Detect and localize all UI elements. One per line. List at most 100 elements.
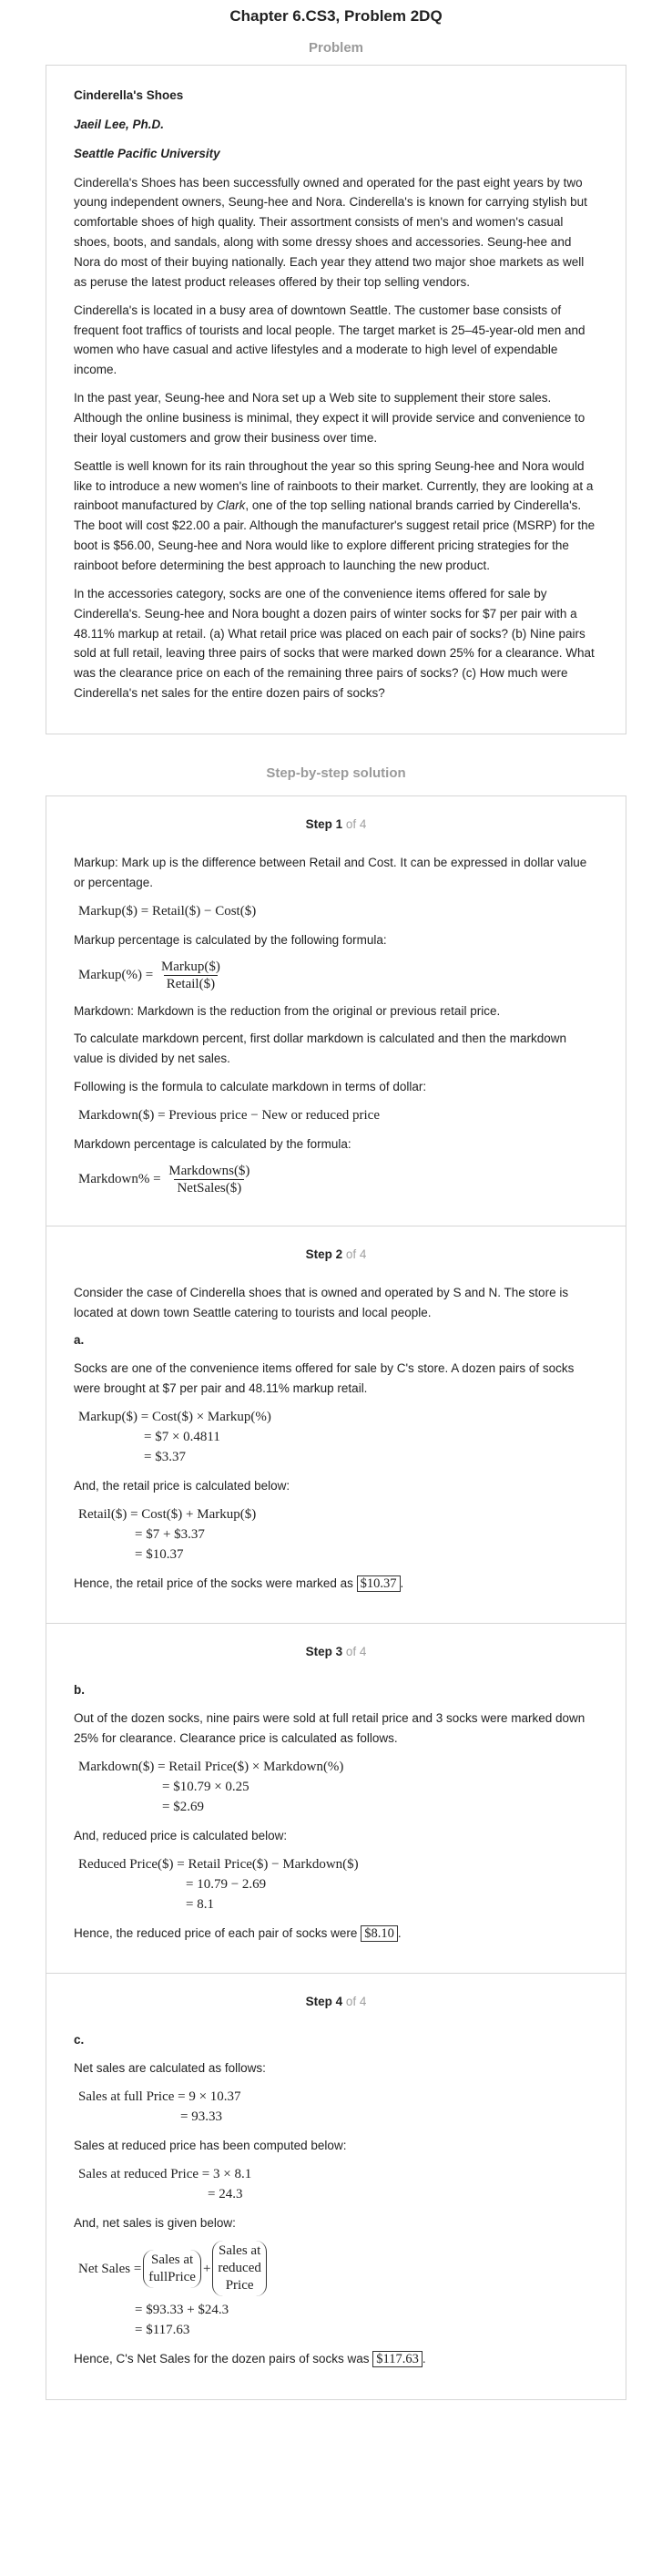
equation-line: = 10.79 − 2.69 xyxy=(186,1876,267,1892)
equation: Markdown($) = Previous price − New or re… xyxy=(78,1105,598,1125)
step-text: Consider the case of Cinderella shoes th… xyxy=(74,1285,569,1319)
step-text: Markdown percentage is calculated by the… xyxy=(74,1136,351,1151)
answer-text: Hence, the reduced price of each pair of… xyxy=(74,1925,358,1940)
equation-block: Sales at full Price = 9 × 10.37 = 93.33 xyxy=(78,2087,598,2127)
equation-line: = $3.37 xyxy=(144,1449,186,1464)
answer-text: Hence, the retail price of the socks wer… xyxy=(74,1575,353,1590)
step-word: Step xyxy=(305,1645,332,1659)
step-text: And, the retail price is calculated belo… xyxy=(74,1478,290,1493)
step-number: 3 xyxy=(335,1645,343,1659)
page: Chapter 6.CS3, Problem 2DQ Problem Cinde… xyxy=(0,0,672,2437)
equation-line: = 24.3 xyxy=(208,2186,243,2201)
equation-lhs: Markdown% = xyxy=(78,1171,161,1186)
equation-line: Markup($) = Retail($) − Cost($) xyxy=(78,903,257,919)
term-line: reduced xyxy=(218,2261,261,2276)
step-text: And, reduced price is calculated below: xyxy=(74,1828,288,1842)
answer-line: Hence, the reduced price of each pair of… xyxy=(74,1924,402,1942)
answer-line: Hence, C's Net Sales for the dozen pairs… xyxy=(74,2351,426,2368)
equation-line: = $10.37 xyxy=(135,1546,184,1562)
equation-line: = $10.79 × 0.25 xyxy=(162,1779,249,1794)
problem-paragraph: In the past year, Seung-hee and Nora set… xyxy=(74,391,585,445)
step-text: And, net sales is given below: xyxy=(74,2215,236,2230)
step-1: Step 1 of 4 Markup: Mark up is the diffe… xyxy=(46,796,626,1226)
equation: Markup($) = Retail($) − Cost($) xyxy=(78,901,598,921)
equation-line: Sales at full Price = 9 × 10.37 xyxy=(78,2089,241,2104)
page-title: Chapter 6.CS3, Problem 2DQ xyxy=(229,7,443,25)
case-author: Jaeil Lee, Ph.D. xyxy=(74,117,165,131)
term-line: fullPrice xyxy=(148,2269,196,2284)
step-number: 4 xyxy=(335,1995,343,2009)
step-text: Sales at reduced price has been computed… xyxy=(74,2138,347,2152)
solution-card: Step 1 of 4 Markup: Mark up is the diffe… xyxy=(46,795,626,2400)
step-text: Markup percentage is calculated by the f… xyxy=(74,932,387,947)
stacked-term: Sales at reduced Price xyxy=(218,2242,260,2294)
paren-group: Sales at reduced Price xyxy=(212,2241,267,2297)
equation-line: Reduced Price($) = Retail Price($) − Mar… xyxy=(78,1856,359,1872)
fraction-equation: Markdown% = Markdowns($) NetSales($) xyxy=(78,1163,598,1196)
step-text: Following is the formula to calculate ma… xyxy=(74,1080,427,1094)
step-word: Step xyxy=(305,817,332,832)
step-word: Step xyxy=(305,1995,332,2009)
answer-box: $117.63 xyxy=(372,2351,423,2368)
step-total: of 4 xyxy=(345,817,367,832)
equation-line: = $7 + $3.37 xyxy=(135,1526,205,1542)
step-word: Step xyxy=(305,1247,332,1261)
step-header: Step 2 of 4 xyxy=(74,1245,598,1265)
equation-line: = $2.69 xyxy=(162,1799,204,1814)
plus-sign: + xyxy=(202,2261,211,2276)
answer-box: $10.37 xyxy=(356,1575,401,1592)
fraction: Markdowns($) NetSales($) xyxy=(166,1163,252,1196)
solution-heading: Step-by-step solution xyxy=(266,765,406,782)
step-number: 1 xyxy=(335,817,343,832)
step-text: To calculate markdown percent, first dol… xyxy=(74,1031,567,1066)
equation-line: = $93.33 + $24.3 xyxy=(135,2303,229,2318)
denominator: Retail($) xyxy=(163,974,219,992)
paren-group: Sales at fullPrice xyxy=(143,2249,201,2288)
equation-line: = 8.1 xyxy=(186,1896,214,1912)
step-header: Step 1 of 4 xyxy=(74,815,598,835)
equation-block: Sales at reduced Price = 3 × 8.1 = 24.3 xyxy=(78,2164,598,2204)
step-total: of 4 xyxy=(345,1645,367,1659)
brand-name: Clark xyxy=(216,498,246,513)
equation-line: Retail($) = Cost($) + Markup($) xyxy=(78,1506,257,1522)
denominator: NetSales($) xyxy=(174,1178,245,1196)
part-label: c. xyxy=(74,2032,85,2047)
step-text: Markdown: Markdown is the reduction from… xyxy=(74,1003,501,1018)
step-total: of 4 xyxy=(345,1995,367,2009)
equation-lhs: Markup(%) = xyxy=(78,967,154,982)
answer-text: Hence, C's Net Sales for the dozen pairs… xyxy=(74,2352,370,2366)
equation-line: = $117.63 xyxy=(135,2323,190,2338)
answer-line: Hence, the retail price of the socks wer… xyxy=(74,1575,404,1592)
fraction-equation: Markup(%) = Markup($) Retail($) xyxy=(78,959,598,992)
step-text: Markup: Mark up is the difference betwee… xyxy=(74,855,587,889)
numerator: Markup($) xyxy=(160,959,220,974)
part-label: b. xyxy=(74,1683,85,1698)
equation-lhs: Net Sales = xyxy=(78,2261,142,2276)
equation-block: Retail($) = Cost($) + Markup($) = $7 + $… xyxy=(78,1504,598,1565)
term-line: Price xyxy=(225,2278,254,2294)
problem-paragraph: Cinderella's is located in a busy area o… xyxy=(74,303,585,377)
equation-line: = 93.33 xyxy=(180,2109,222,2124)
stacked-term: Sales at fullPrice xyxy=(148,2252,196,2286)
equation-block: Markdown($) = Retail Price($) × Markdown… xyxy=(78,1757,598,1817)
net-sales-equation: Net Sales = Sales at fullPrice + Sales at… xyxy=(78,2241,598,2340)
fraction: Markup($) Retail($) xyxy=(158,959,223,992)
equation-line: Sales at reduced Price = 3 × 8.1 xyxy=(78,2166,252,2181)
equation-line: = $7 × 0.4811 xyxy=(144,1429,220,1444)
step-total: of 4 xyxy=(345,1247,367,1261)
numerator: Markdowns($) xyxy=(168,1163,250,1178)
step-3: Step 3 of 4 b. Out of the dozen socks, n… xyxy=(46,1623,626,1973)
step-header: Step 3 of 4 xyxy=(74,1642,598,1662)
step-text: Socks are one of the convenience items o… xyxy=(74,1361,575,1396)
case-title: Cinderella's Shoes xyxy=(74,88,184,102)
problem-paragraph: Seattle is well known for its rain throu… xyxy=(74,457,598,576)
step-2: Step 2 of 4 Consider the case of Cindere… xyxy=(46,1225,626,1624)
equation-line: Markdown($) = Retail Price($) × Markdown… xyxy=(78,1759,344,1774)
step-text: Net sales are calculated as follows: xyxy=(74,2060,266,2075)
step-number: 2 xyxy=(335,1247,343,1261)
equation-block: Reduced Price($) = Retail Price($) − Mar… xyxy=(78,1854,598,1914)
problem-paragraph: In the accessories category, socks are o… xyxy=(74,586,595,701)
answer-box: $8.10 xyxy=(361,1924,398,1942)
problem-heading: Problem xyxy=(308,40,363,56)
term-line: Sales at xyxy=(219,2243,261,2259)
